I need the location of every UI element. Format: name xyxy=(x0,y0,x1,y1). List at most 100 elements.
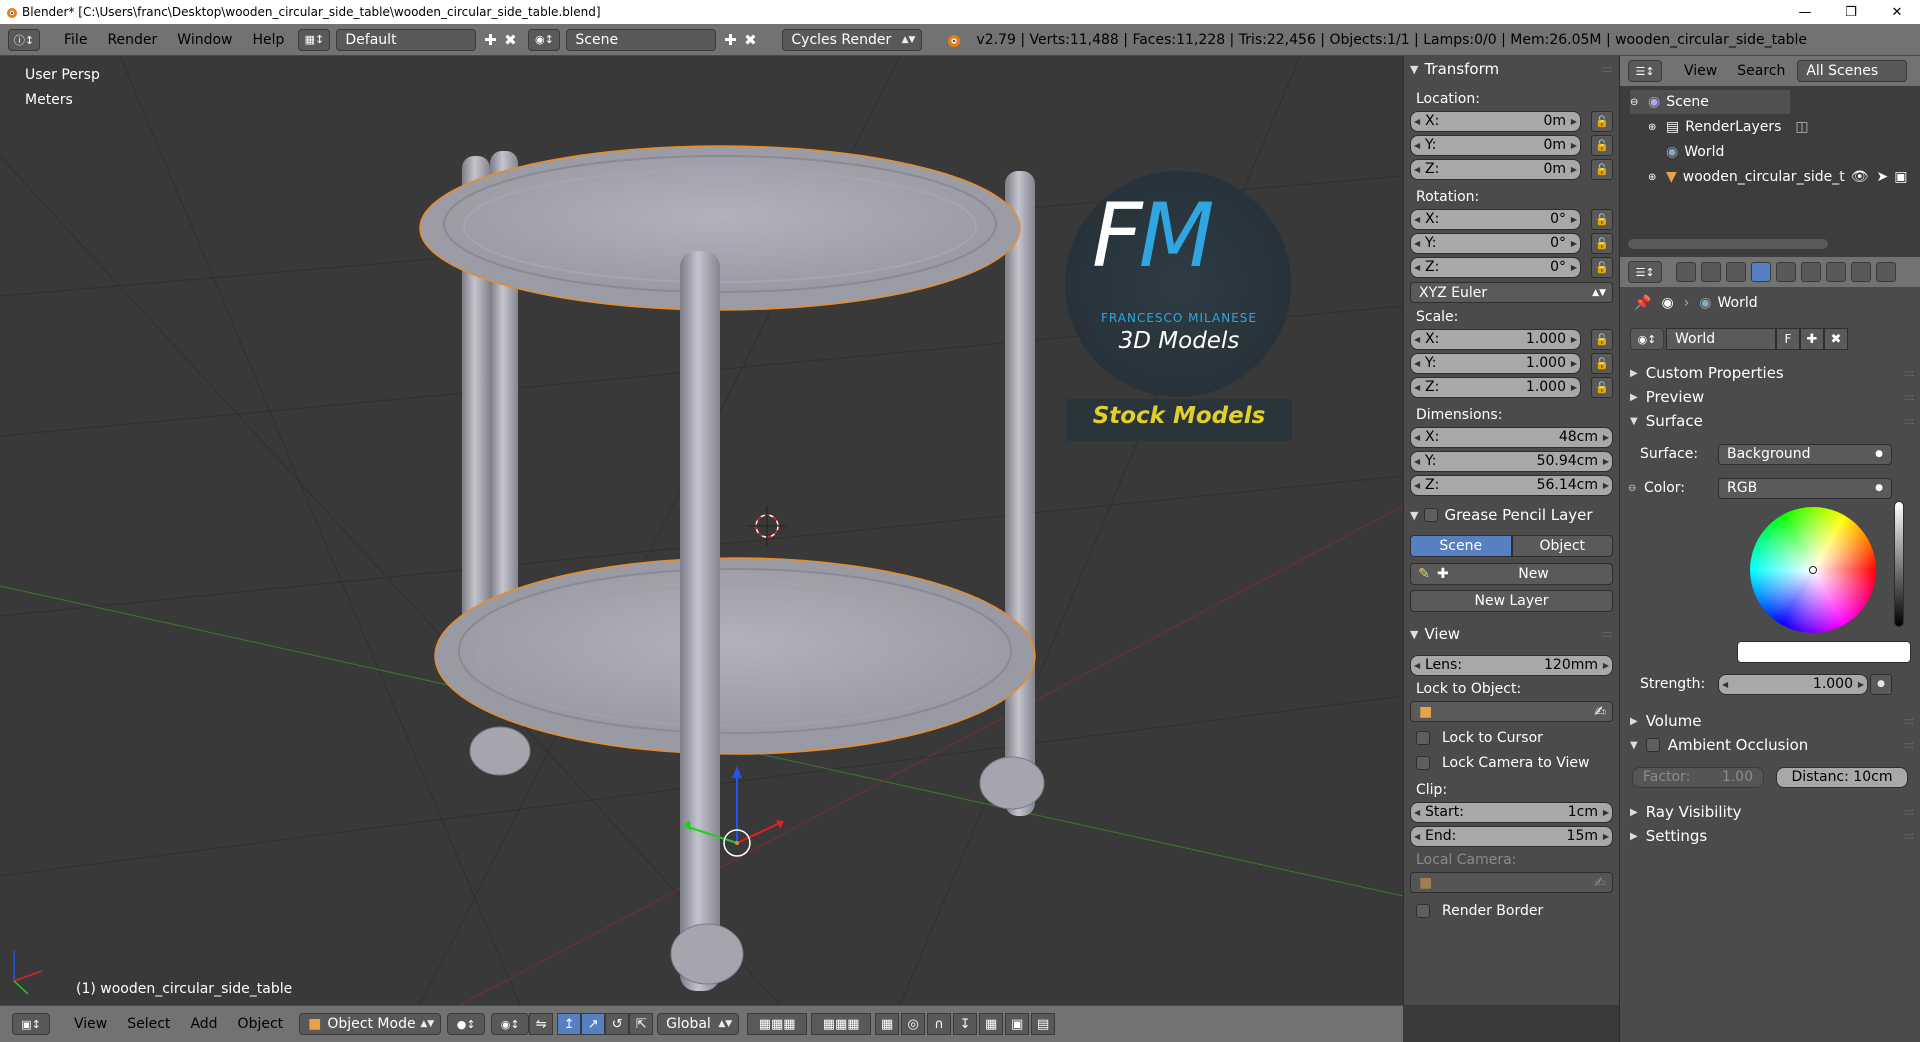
screen-layout-field[interactable]: Default xyxy=(336,28,477,51)
render-layer-icon[interactable]: ◎ xyxy=(901,1013,926,1035)
location-z-field[interactable]: ◀ Z: 0m ▶ xyxy=(1410,158,1581,180)
panel-grip-icon[interactable]: :::: xyxy=(1904,807,1915,818)
color-picker[interactable] xyxy=(1620,501,1920,641)
menu-object[interactable]: Object xyxy=(228,1016,294,1032)
lock-camera-row[interactable]: Lock Camera to View xyxy=(1404,750,1619,775)
lock-to-cursor-checkbox[interactable] xyxy=(1416,730,1430,745)
viewport-shading-icon[interactable]: ●↕ xyxy=(447,1013,486,1035)
layer-lock-icon[interactable]: ▦ xyxy=(875,1013,900,1035)
rotate-manipulator-icon[interactable]: ↺ xyxy=(605,1013,630,1035)
outliner-object-row[interactable]: ⊕ ▼ wooden_circular_side_t 👁 ➤ ▣ xyxy=(1648,165,1920,189)
menu-help[interactable]: Help xyxy=(242,32,294,48)
minimize-button[interactable]: — xyxy=(1782,0,1828,24)
add-layout-icon[interactable]: ✚ xyxy=(480,30,500,50)
render-layers-tab-icon[interactable] xyxy=(1701,262,1721,282)
maximize-button[interactable]: ❐ xyxy=(1828,0,1874,24)
panel-grip-icon[interactable]: :::: xyxy=(1904,368,1915,379)
3d-cursor[interactable] xyxy=(747,506,787,546)
scale-x-field[interactable]: ◀ X: 1.000 ▶ xyxy=(1410,328,1581,350)
lock-camera-checkbox[interactable] xyxy=(1416,755,1430,770)
unlink-socket-icon[interactable]: ⊖ xyxy=(1620,483,1640,494)
ao-factor-field[interactable]: Factor: 1.00 xyxy=(1632,766,1764,788)
settings-section[interactable]: ▶ Settings:::: xyxy=(1620,824,1920,848)
lock-icon[interactable]: 🔓 xyxy=(1591,208,1613,230)
rotation-y-field[interactable]: ◀ Y: 0° ▶ xyxy=(1410,232,1581,254)
panel-grip-icon[interactable]: :::: xyxy=(1602,64,1613,75)
surface-dropdown[interactable]: Background ● xyxy=(1718,443,1892,465)
modifiers-tab-icon[interactable] xyxy=(1826,262,1846,282)
object-tab-icon[interactable] xyxy=(1776,262,1796,282)
eyedropper-icon[interactable]: ✍ xyxy=(1594,875,1606,891)
lock-icon[interactable]: 🔓 xyxy=(1591,232,1613,254)
outliner-display-mode[interactable]: All Scenes xyxy=(1797,60,1908,82)
render-tab-icon[interactable] xyxy=(1676,262,1696,282)
pivot-point-icon[interactable]: ◉↕ xyxy=(491,1013,530,1035)
eyedropper-icon[interactable]: ✍ xyxy=(1594,704,1606,720)
view-panel-header[interactable]: ▼ View:::: xyxy=(1404,622,1619,646)
preview-section[interactable]: ▶ Preview:::: xyxy=(1620,385,1920,409)
lock-icon[interactable]: 🔓 xyxy=(1591,352,1613,374)
strength-socket-icon[interactable]: ● xyxy=(1870,673,1892,695)
location-y-field[interactable]: ◀ Y: 0m ▶ xyxy=(1410,134,1581,156)
mode-dropdown[interactable]: ■ Object Mode ▲▼ xyxy=(299,1013,442,1035)
outliner-editor-type-icon[interactable]: ☰↕ xyxy=(1628,60,1662,82)
scale-y-field[interactable]: ◀ Y: 1.000 ▶ xyxy=(1410,352,1581,374)
dimensions-z-field[interactable]: ◀ Z: 56.14cm ▶ xyxy=(1410,474,1613,496)
local-camera-field[interactable]: ■ ✍ xyxy=(1410,872,1613,893)
outliner-renderlayers-row[interactable]: ⊕ ▤ RenderLayers ◫ xyxy=(1648,115,1809,139)
rotation-x-field[interactable]: ◀ X: 0° ▶ xyxy=(1410,208,1581,230)
translate-manipulator-icon[interactable]: ↗ xyxy=(581,1013,606,1035)
color-type-dropdown[interactable]: RGB ● xyxy=(1718,477,1892,499)
world-browse-icon[interactable]: ◉↕ xyxy=(1630,328,1664,350)
strength-field[interactable]: ◀ 1.000 ▶ xyxy=(1718,673,1868,695)
collapse-icon[interactable]: ⊖ xyxy=(1630,97,1644,108)
selectable-arrow-icon[interactable]: ➤ xyxy=(1877,169,1889,185)
remove-scene-icon[interactable]: ✖ xyxy=(740,30,760,50)
ao-distance-field[interactable]: Distanc: 10cm xyxy=(1776,766,1908,788)
outliner-world-row[interactable]: ◉ World xyxy=(1666,140,1724,164)
tab-scene[interactable]: Scene xyxy=(1410,535,1512,557)
manipulator-toggle-icon[interactable]: ↥ xyxy=(557,1013,582,1035)
dimensions-y-field[interactable]: ◀ Y: 50.94cm ▶ xyxy=(1410,450,1613,472)
layers-grid-2-icon[interactable]: ▦▦▦ xyxy=(811,1013,872,1035)
snap-target-icon[interactable]: ↧ xyxy=(953,1013,978,1035)
scale-z-field[interactable]: ◀ Z: 1.000 ▶ xyxy=(1410,376,1581,398)
rotation-z-field[interactable]: ◀ Z: 0° ▶ xyxy=(1410,256,1581,278)
grease-pencil-checkbox[interactable] xyxy=(1424,508,1439,522)
lock-icon[interactable]: 🔓 xyxy=(1591,328,1613,350)
constraints-tab-icon[interactable] xyxy=(1801,262,1821,282)
outliner-menu-search[interactable]: Search xyxy=(1727,63,1795,79)
color-swatch[interactable] xyxy=(1737,641,1911,663)
add-world-icon[interactable]: ✚ xyxy=(1800,328,1824,350)
location-x-field[interactable]: ◀ X: 0m ▶ xyxy=(1410,110,1581,132)
outliner-scrollbar[interactable] xyxy=(1628,239,1828,249)
unlink-world-icon[interactable]: ✖ xyxy=(1824,328,1848,350)
info-editor-type-icon[interactable]: ⓘ↕ xyxy=(8,28,40,51)
scene-tab-icon[interactable] xyxy=(1726,262,1746,282)
new-grease-button[interactable]: New xyxy=(1455,566,1612,582)
scale-manipulator-icon[interactable]: ⇱ xyxy=(629,1013,654,1035)
grease-pencil-datablock[interactable]: ✎ ✚ New xyxy=(1410,563,1613,585)
menu-window[interactable]: Window xyxy=(167,32,242,48)
panel-grip-icon[interactable]: :::: xyxy=(1602,629,1613,640)
ambient-occlusion-section[interactable]: ▼ Ambient Occlusion:::: xyxy=(1620,733,1920,757)
lens-field[interactable]: ◀ Lens: 120mm ▶ xyxy=(1410,654,1613,676)
add-scene-icon[interactable]: ✚ xyxy=(720,30,740,50)
panel-grip-icon[interactable]: :::: xyxy=(1904,416,1915,427)
menu-add[interactable]: Add xyxy=(180,1016,227,1032)
close-button[interactable]: ✕ xyxy=(1874,0,1920,24)
expand-icon[interactable]: ⊕ xyxy=(1648,122,1662,133)
lock-icon[interactable]: 🔓 xyxy=(1591,134,1613,156)
properties-editor-type-icon[interactable]: ☰↕ xyxy=(1628,261,1662,283)
lock-icon[interactable]: 🔓 xyxy=(1591,256,1613,278)
panel-grip-icon[interactable]: :::: xyxy=(1904,716,1915,727)
render-border-checkbox[interactable] xyxy=(1416,903,1430,918)
world-name-field[interactable]: World xyxy=(1666,328,1776,350)
ray-visibility-section[interactable]: ▶ Ray Visibility:::: xyxy=(1620,800,1920,824)
outliner-menu-view[interactable]: View xyxy=(1674,63,1727,79)
render-layer-toggle-icon[interactable]: ◫ xyxy=(1795,119,1808,135)
visibility-eye-icon[interactable]: 👁 xyxy=(1851,169,1869,185)
clip-start-field[interactable]: ◀ Start: 1cm ▶ xyxy=(1410,801,1613,823)
expand-icon[interactable]: ⊕ xyxy=(1648,172,1662,183)
fake-user-button[interactable]: F xyxy=(1776,328,1800,350)
